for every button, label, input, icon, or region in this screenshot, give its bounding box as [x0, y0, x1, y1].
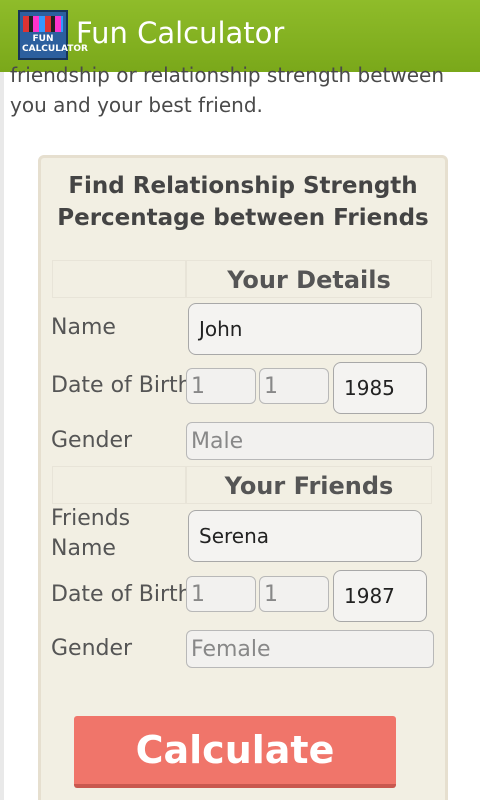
friends-gender-label: Gender	[51, 636, 133, 661]
form-title: Find Relationship Strength Percentage be…	[57, 173, 429, 231]
intro-text: friendship or relationship strength betw…	[10, 63, 445, 117]
dob-month-input[interactable]: 1	[259, 368, 329, 404]
logo-faces-strip	[23, 16, 63, 32]
friends-details-heading: Your Friends Details	[186, 466, 432, 538]
friends-dob-day-input[interactable]: 1	[186, 576, 256, 612]
name-label: Name	[51, 315, 116, 340]
relationship-form-panel: Find Relationship Strength Percentage be…	[38, 155, 448, 800]
name-input[interactable]: John	[188, 303, 422, 355]
friends-name-label: Friends Name	[51, 506, 131, 561]
calculate-button[interactable]: Calculate	[74, 716, 396, 788]
friends-dob-year-select[interactable]: 1987	[333, 570, 427, 622]
app-title: Fun Calculator	[76, 16, 285, 50]
friends-dob-label: Date of Birth	[51, 582, 192, 607]
fun-calculator-logo-icon[interactable]: FUN CALCULATOR	[18, 10, 88, 60]
section-header-spacer	[52, 466, 186, 504]
dob-day-input[interactable]: 1	[186, 368, 256, 404]
friends-dob-month-input[interactable]: 1	[259, 576, 329, 612]
dob-label: Date of Birth	[51, 373, 192, 398]
section-header-spacer	[52, 260, 186, 298]
gender-label: Gender	[51, 428, 133, 453]
your-details-heading: Your Details	[186, 260, 432, 298]
logo-text: FUN CALCULATOR	[22, 34, 88, 54]
friends-gender-select[interactable]: Female	[186, 630, 434, 668]
gender-select[interactable]: Male	[186, 422, 434, 460]
scroll-edge	[0, 72, 4, 800]
friends-name-input[interactable]: Serena	[188, 510, 422, 562]
dob-year-select[interactable]: 1985	[333, 362, 427, 414]
